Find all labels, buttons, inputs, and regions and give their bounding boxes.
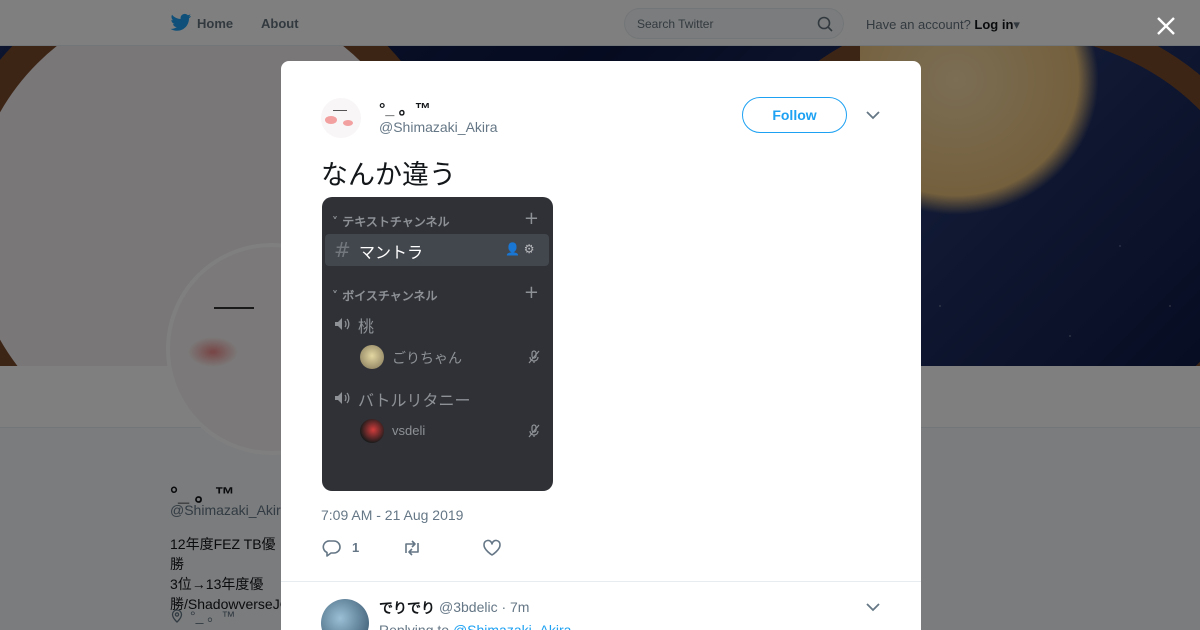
- tweet-text: なんか違う: [321, 160, 456, 191]
- gear-icon: ⚙: [523, 242, 535, 256]
- reply-author-avatar[interactable]: [321, 599, 369, 630]
- reply-icon[interactable]: [322, 539, 342, 557]
- text-channels-label: テキストチャンネル: [342, 215, 450, 229]
- voice-user-name: ごりちゃん: [392, 351, 462, 367]
- replying-to: Replying to @Shimazaki_Akira: [379, 622, 571, 630]
- avatar-blush: [325, 116, 337, 124]
- reply-count: 1: [352, 540, 360, 555]
- text-channel-name: マントラ: [359, 243, 424, 262]
- avatar-eye: [333, 110, 347, 111]
- voice-channels-category: ˅ ボイスチャンネル: [332, 287, 437, 304]
- tweet-author-avatar[interactable]: [321, 98, 361, 138]
- tweet-author-handle[interactable]: @Shimazaki_Akira: [379, 119, 497, 135]
- speaker-icon: [335, 318, 350, 330]
- user-avatar: [360, 345, 384, 369]
- tweet-timestamp[interactable]: 7:09 AM - 21 Aug 2019: [321, 507, 463, 523]
- close-icon[interactable]: [1152, 12, 1180, 40]
- reply-author-name[interactable]: でりでり: [379, 598, 435, 618]
- divider: [281, 581, 921, 582]
- avatar-blush: [343, 120, 353, 126]
- voice-channel-name: バトルリタニー: [358, 391, 471, 410]
- chevron-down-icon[interactable]: [865, 109, 881, 121]
- replying-to-label: Replying to: [379, 622, 450, 630]
- plus-icon: +: [523, 282, 539, 303]
- like-heart-icon[interactable]: [482, 539, 502, 557]
- voice-user-name: vsdeli: [392, 423, 426, 438]
- text-channels-category: ˅ テキストチャンネル: [332, 213, 449, 230]
- follow-button[interactable]: Follow: [742, 97, 847, 133]
- hash-icon: #: [334, 238, 351, 262]
- chevron-down-icon: ˅: [332, 289, 338, 303]
- user-avatar: [360, 419, 384, 443]
- retweet-icon[interactable]: [402, 539, 422, 557]
- mic-muted-icon: [528, 424, 540, 438]
- voice-channel-name: 桃: [358, 317, 375, 336]
- replying-to-link[interactable]: @Shimazaki_Akira: [453, 622, 571, 630]
- mic-muted-icon: [528, 350, 540, 364]
- chevron-down-icon[interactable]: [865, 601, 881, 613]
- tweet-author-name[interactable]: °_ 。™: [379, 95, 431, 119]
- invite-and-settings-icons: 👤 ⚙: [505, 242, 535, 256]
- reply-author-handle[interactable]: @3bdelic · 7m: [439, 599, 529, 615]
- plus-icon: +: [523, 208, 539, 229]
- chevron-down-icon: ˅: [332, 215, 338, 229]
- add-member-icon: 👤: [505, 242, 520, 256]
- tweet-modal: °_ 。™ @Shimazaki_Akira Follow なんか違う ˅ テキ…: [281, 61, 921, 630]
- tweet-image-discord[interactable]: ˅ テキストチャンネル + # マントラ 👤 ⚙ ˅ ボイスチャンネル + 桃 …: [322, 197, 553, 491]
- voice-channels-label: ボイスチャンネル: [342, 289, 438, 303]
- speaker-icon: [335, 392, 350, 404]
